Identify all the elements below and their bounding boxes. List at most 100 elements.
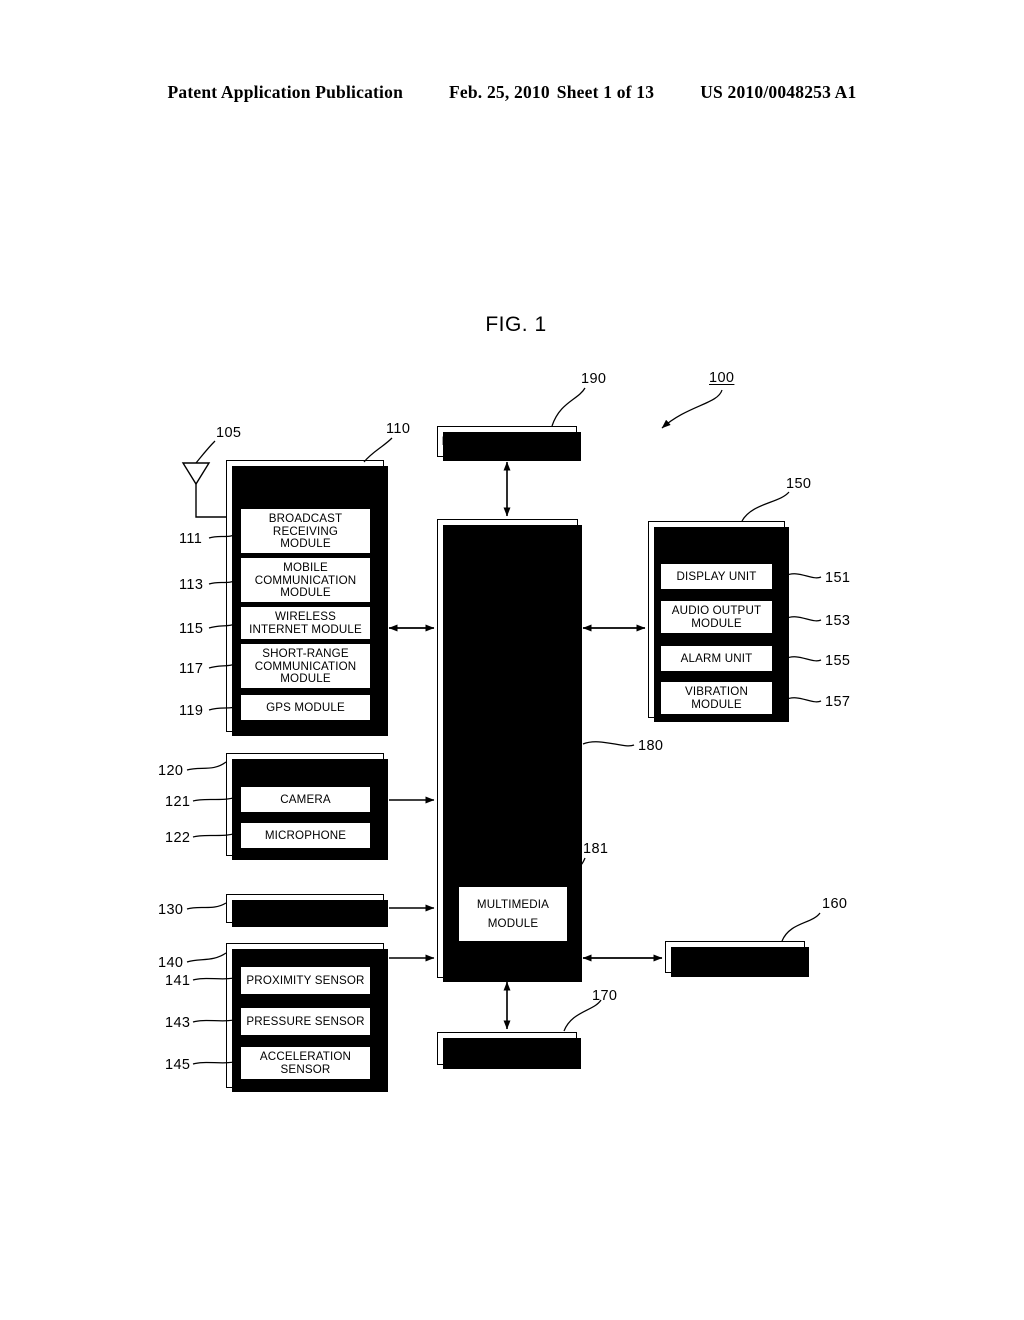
vibration-module-line-2: MODULE	[691, 698, 742, 711]
page-header: Patent Application Publication Feb. 25, …	[0, 82, 1024, 103]
ref-105: 105	[216, 425, 242, 441]
memory-block[interactable]: MEMORY	[665, 941, 809, 977]
figure-title: FIG. 1	[485, 313, 547, 336]
display-unit-label: DISPLAY UNIT	[676, 570, 757, 583]
proximity-sensor-block[interactable]: PROXIMITY SENSOR	[240, 966, 371, 995]
power-supply-unit-block[interactable]: POWER SUPPLY UNIT	[437, 426, 581, 461]
header-publication: Patent Application Publication	[167, 82, 403, 102]
ref-130: 130	[158, 902, 184, 918]
audio-output-module-line-1: AUDIO OUTPUT	[671, 604, 762, 618]
av-input-unit-title: A/V INPUT UNIT	[258, 760, 352, 774]
ref-119: 119	[179, 703, 204, 719]
leader-100	[661, 389, 723, 429]
ref-170: 170	[592, 988, 618, 1004]
controller-label: CONTROLLER	[465, 738, 550, 752]
microphone-label: MICROPHONE	[264, 829, 347, 842]
leader-157	[784, 697, 822, 703]
ref-100: 100	[709, 370, 735, 386]
ref-151: 151	[825, 570, 851, 586]
leader-120	[186, 761, 227, 771]
pressure-sensor-block[interactable]: PRESSURE SENSOR	[240, 1007, 371, 1036]
wcu-title-line-2: COMMUNICATION	[251, 480, 359, 495]
short-range-communication-module-block[interactable]: SHORT-RANGE COMMUNICATION MODULE	[240, 643, 371, 689]
header-sheet: Sheet 1 of 13	[556, 82, 655, 102]
ref-110: 110	[386, 421, 411, 437]
output-unit-title: OUTPUT UNIT	[674, 528, 759, 542]
gps-module-block[interactable]: GPS MODULE	[240, 694, 371, 721]
ref-117: 117	[179, 661, 204, 677]
wireless-internet-module-line-1: WIRELESS	[274, 610, 337, 624]
ref-122: 122	[165, 830, 191, 846]
power-supply-unit-label: POWER SUPPLY UNIT	[441, 433, 573, 448]
leader-180	[582, 741, 635, 747]
leader-105	[195, 440, 216, 464]
sensing-unit-title: SENSING UNIT	[260, 950, 350, 964]
leader-160	[781, 912, 821, 942]
multimedia-module-line-2: MODULE	[487, 917, 539, 930]
wcu-title-line-1: WIRELESS	[272, 467, 338, 481]
ref-157: 157	[825, 694, 851, 710]
audio-output-module-line-2: MODULE	[691, 617, 742, 630]
short-range-communication-module-line-1: SHORT-RANGE	[262, 646, 349, 660]
ref-120: 120	[158, 763, 184, 779]
short-range-communication-module-line-2: COMMUNICATION	[254, 659, 357, 673]
leader-190	[551, 387, 586, 427]
interface-unit-block[interactable]: INTERFACE UNIT	[437, 1032, 581, 1069]
short-range-communication-module-line-3: MODULE	[280, 672, 331, 686]
leader-140	[186, 952, 227, 963]
ref-160: 160	[822, 896, 848, 912]
acceleration-sensor-line-2: SENSOR	[280, 1063, 331, 1076]
user-input-unit-block[interactable]: USER INPUT UNIT	[226, 894, 388, 927]
display-unit-block[interactable]: DISPLAY UNIT	[660, 563, 773, 590]
ref-180: 180	[638, 738, 664, 754]
ref-141: 141	[165, 973, 191, 989]
mobile-communication-module-line-2: COMMUNICATION	[254, 573, 357, 587]
gps-module-label: GPS MODULE	[266, 701, 345, 714]
wcu-title-line-3: UNIT	[290, 494, 320, 509]
broadcast-receiving-module-block[interactable]: BROADCAST RECEIVING MODULE	[240, 508, 371, 554]
ref-121: 121	[165, 794, 191, 810]
camera-block[interactable]: CAMERA	[240, 786, 371, 813]
leader-170	[563, 999, 602, 1032]
ref-150: 150	[786, 476, 812, 492]
memory-label: MEMORY	[707, 949, 763, 964]
leader-110	[363, 437, 393, 463]
audio-output-module-block[interactable]: AUDIO OUTPUT MODULE	[660, 600, 773, 634]
vibration-module-line-1: VIBRATION	[685, 685, 748, 699]
proximity-sensor-label: PROXIMITY SENSOR	[246, 974, 365, 987]
ref-115: 115	[179, 621, 204, 637]
broadcast-receiving-module-line-2: RECEIVING	[272, 524, 339, 538]
wireless-internet-module-line-2: INTERNET MODULE	[249, 623, 362, 636]
vibration-module-block[interactable]: VIBRATION MODULE	[660, 681, 773, 715]
acceleration-sensor-line-1: ACCELERATION	[259, 1050, 352, 1064]
ref-111: 111	[179, 531, 203, 547]
camera-label: CAMERA	[280, 793, 331, 806]
ref-113: 113	[179, 577, 204, 593]
alarm-unit-label: ALARM UNIT	[680, 652, 753, 665]
wireless-internet-module-block[interactable]: WIRELESS INTERNET MODULE	[240, 606, 371, 640]
mobile-communication-module-line-1: MOBILE	[283, 560, 328, 574]
ref-143: 143	[165, 1015, 191, 1031]
broadcast-receiving-module-line-3: MODULE	[280, 537, 331, 551]
mobile-communication-module-block[interactable]: MOBILE COMMUNICATION MODULE	[240, 557, 371, 603]
ref-155: 155	[825, 653, 851, 669]
user-input-unit-label: USER INPUT UNIT	[251, 900, 359, 915]
alarm-unit-block[interactable]: ALARM UNIT	[660, 645, 773, 672]
leader-151	[784, 573, 822, 579]
ref-145: 145	[165, 1057, 191, 1073]
ref-190: 190	[581, 371, 607, 387]
multimedia-module-block[interactable]: MULTIMEDIA MODULE	[458, 886, 568, 942]
broadcast-receiving-module-line-1: BROADCAST	[268, 511, 343, 525]
mobile-communication-module-line-3: MODULE	[280, 586, 331, 600]
interface-unit-label: INTERFACE UNIT	[455, 1040, 559, 1055]
pressure-sensor-label: PRESSURE SENSOR	[246, 1015, 365, 1028]
acceleration-sensor-block[interactable]: ACCELERATION SENSOR	[240, 1046, 371, 1080]
antenna-icon	[181, 462, 211, 486]
ref-140: 140	[158, 955, 184, 971]
ref-153: 153	[825, 613, 851, 629]
microphone-block[interactable]: MICROPHONE	[240, 822, 371, 849]
leader-155	[784, 656, 822, 662]
header-date: Feb. 25, 2010	[449, 82, 550, 102]
header-patent-number: US 2010/0048253 A1	[700, 82, 857, 102]
leader-130	[186, 902, 227, 910]
